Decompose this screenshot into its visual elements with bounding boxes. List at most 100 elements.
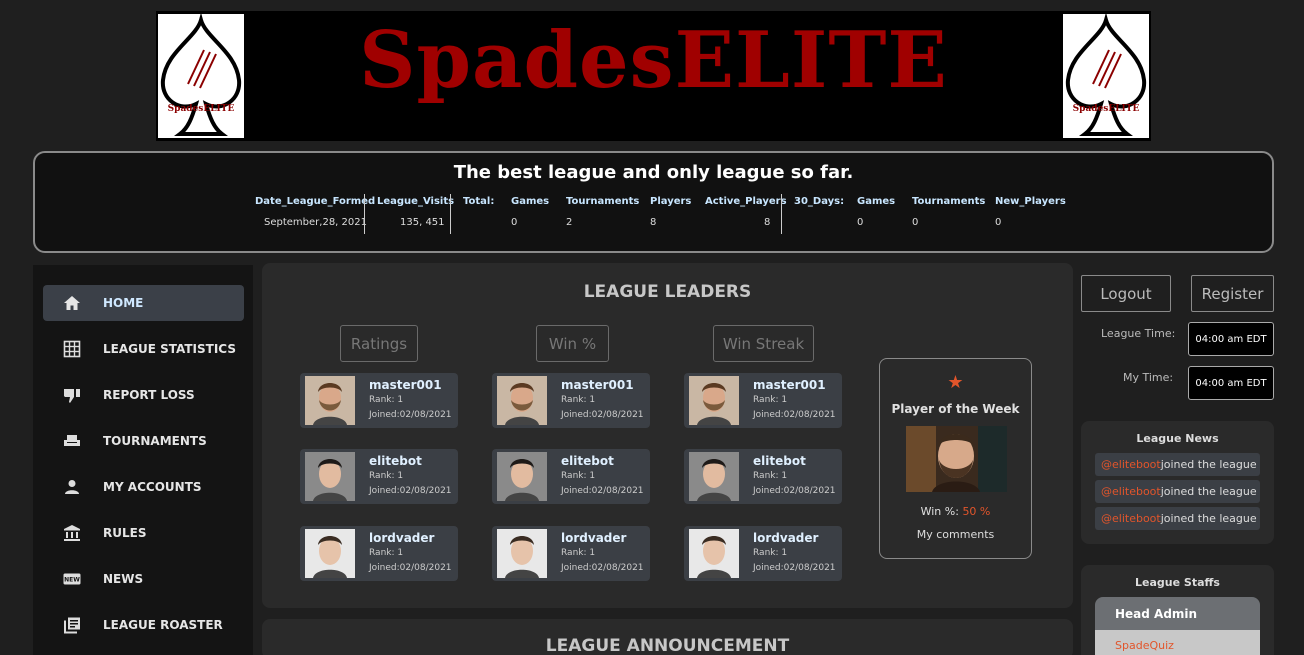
league-tagline: The best league and only league so far.	[453, 162, 854, 183]
stat-label: Games	[857, 196, 896, 207]
site-title: SpadesELITE	[359, 15, 948, 106]
player-joined: Joined:02/08/2021	[369, 410, 452, 420]
avatar	[689, 376, 739, 425]
stat-label: Players	[650, 196, 692, 207]
leader-card[interactable]: elitebot Rank: 1 Joined:02/08/2021	[492, 449, 650, 504]
sidebar-item-home[interactable]: HOME	[43, 285, 244, 321]
leader-card[interactable]: lordvader Rank: 1 Joined:02/08/2021	[684, 526, 842, 581]
stat-value: September,28, 2021	[264, 217, 367, 228]
player-joined: Joined:02/08/2021	[753, 563, 836, 573]
leader-card[interactable]: lordvader Rank: 1 Joined:02/08/2021	[492, 526, 650, 581]
logo-text: SpadesELITE	[1072, 104, 1140, 114]
stat-value: 8	[764, 217, 771, 228]
sidebar-item-label: NEWS	[103, 572, 144, 586]
logout-button[interactable]: Logout	[1081, 275, 1171, 312]
potw-photo	[906, 426, 1007, 492]
person-icon	[65, 480, 79, 494]
sidebar-item-label: LEAGUE ROASTER	[103, 618, 223, 632]
player-name[interactable]: elitebot	[369, 454, 422, 468]
player-joined: Joined:02/08/2021	[561, 486, 644, 496]
league-stats-box: The best league and only league so far. …	[33, 151, 1274, 253]
potw-comments[interactable]: My comments	[880, 528, 1031, 541]
league-time-label: League Time:	[1101, 327, 1176, 340]
leader-card[interactable]: elitebot Rank: 1 Joined:02/08/2021	[300, 449, 458, 504]
leader-card[interactable]: lordvader Rank: 1 Joined:02/08/2021	[300, 526, 458, 581]
player-joined: Joined:02/08/2021	[561, 410, 644, 420]
register-button[interactable]: Register	[1191, 275, 1274, 312]
player-of-the-week: ★ Player of the Week Win %: 50 % My comm…	[879, 358, 1032, 559]
player-name[interactable]: elitebot	[753, 454, 806, 468]
sidebar-item-rules[interactable]: RULES	[43, 515, 244, 551]
sidebar-item-news[interactable]: NEW NEWS	[43, 561, 244, 597]
stat-label: Tournaments	[566, 196, 640, 207]
sidebar-item-league-roaster[interactable]: LEAGUE ROASTER	[43, 607, 244, 643]
stat-value: 2	[566, 217, 573, 228]
stat-value: 0	[857, 217, 864, 228]
win-value: 50 %	[962, 505, 991, 518]
player-rank: Rank: 1	[369, 471, 404, 481]
section-title: LEAGUE LEADERS	[583, 282, 752, 302]
sidebar-item-league-statistics[interactable]: LEAGUE STATISTICS	[43, 331, 244, 367]
news-item[interactable]: @eliteboot joined the league	[1095, 453, 1260, 476]
sidebar-item-tournaments[interactable]: TOURNAMENTS	[43, 423, 244, 459]
avatar	[497, 452, 547, 501]
player-rank: Rank: 1	[753, 548, 788, 558]
stat-label: Total:	[463, 196, 495, 207]
stat-label: League_Visits	[377, 196, 455, 207]
news-text: joined the league	[1160, 485, 1257, 498]
news-text: joined the league	[1160, 458, 1257, 471]
my-time-label: My Time:	[1123, 371, 1174, 384]
svg-text:NEW: NEW	[64, 577, 80, 584]
player-name[interactable]: master001	[369, 378, 442, 392]
leader-card[interactable]: master001 Rank: 1 Joined:02/08/2021	[684, 373, 842, 428]
stat-value: 8	[650, 217, 657, 228]
staff-member-link[interactable]: SpadeQuiz	[1095, 630, 1260, 655]
section-title: LEAGUE ANNOUNCEMENT	[545, 636, 790, 655]
win-label: Win %:	[920, 505, 959, 518]
news-user-link[interactable]: @eliteboot	[1101, 485, 1161, 498]
panel-title: League Staffs	[1135, 576, 1220, 589]
player-rank: Rank: 1	[753, 395, 788, 405]
player-name[interactable]: lordvader	[369, 531, 434, 545]
sidebar-item-label: MY ACCOUNTS	[103, 480, 202, 494]
player-joined: Joined:02/08/2021	[753, 410, 836, 420]
library-icon	[64, 617, 80, 634]
sidebar-item-label: HOME	[103, 296, 144, 310]
leader-card[interactable]: elitebot Rank: 1 Joined:02/08/2021	[684, 449, 842, 504]
news-user-link[interactable]: @eliteboot	[1101, 512, 1161, 525]
news-item[interactable]: @eliteboot joined the league	[1095, 507, 1260, 530]
tab-win-streak[interactable]: Win Streak	[713, 325, 814, 362]
player-rank: Rank: 1	[369, 548, 404, 558]
avatar	[305, 529, 355, 578]
bank-icon	[64, 525, 80, 541]
stat-label: Games	[511, 196, 550, 207]
tab-ratings[interactable]: Ratings	[340, 325, 418, 362]
player-joined: Joined:02/08/2021	[753, 486, 836, 496]
player-name[interactable]: master001	[753, 378, 826, 392]
avatar	[689, 529, 739, 578]
sidebar-item-label: TOURNAMENTS	[103, 434, 207, 448]
tab-win-percent[interactable]: Win %	[536, 325, 609, 362]
leader-card[interactable]: master001 Rank: 1 Joined:02/08/2021	[492, 373, 650, 428]
stat-value: 0	[912, 217, 919, 228]
league-staffs-panel: League Staffs Head Admin SpadeQuiz	[1081, 565, 1274, 655]
staff-role: Head Admin	[1095, 597, 1260, 630]
player-rank: Rank: 1	[561, 471, 596, 481]
player-name[interactable]: elitebot	[561, 454, 614, 468]
news-user-link[interactable]: @eliteboot	[1101, 458, 1161, 471]
league-leaders-panel: LEAGUE LEADERS Ratings Win % Win Streak …	[262, 263, 1073, 608]
sidebar-item-label: REPORT LOSS	[103, 388, 195, 402]
sidebar-nav: HOME LEAGUE STATISTICS REPORT LOSS TOURN…	[33, 265, 253, 655]
news-text: joined the league	[1160, 512, 1257, 525]
stat-label: Tournaments	[912, 196, 986, 207]
news-item[interactable]: @eliteboot joined the league	[1095, 480, 1260, 503]
player-rank: Rank: 1	[753, 471, 788, 481]
leader-card[interactable]: master001 Rank: 1 Joined:02/08/2021	[300, 373, 458, 428]
player-name[interactable]: lordvader	[561, 531, 626, 545]
player-name[interactable]: master001	[561, 378, 634, 392]
stat-label: Active_Players	[705, 196, 787, 207]
sidebar-item-report-loss[interactable]: REPORT LOSS	[43, 377, 244, 413]
player-name[interactable]: lordvader	[753, 531, 818, 545]
sidebar-item-my-accounts[interactable]: MY ACCOUNTS	[43, 469, 244, 505]
league-news-panel: League News @eliteboot joined the league…	[1081, 421, 1274, 544]
